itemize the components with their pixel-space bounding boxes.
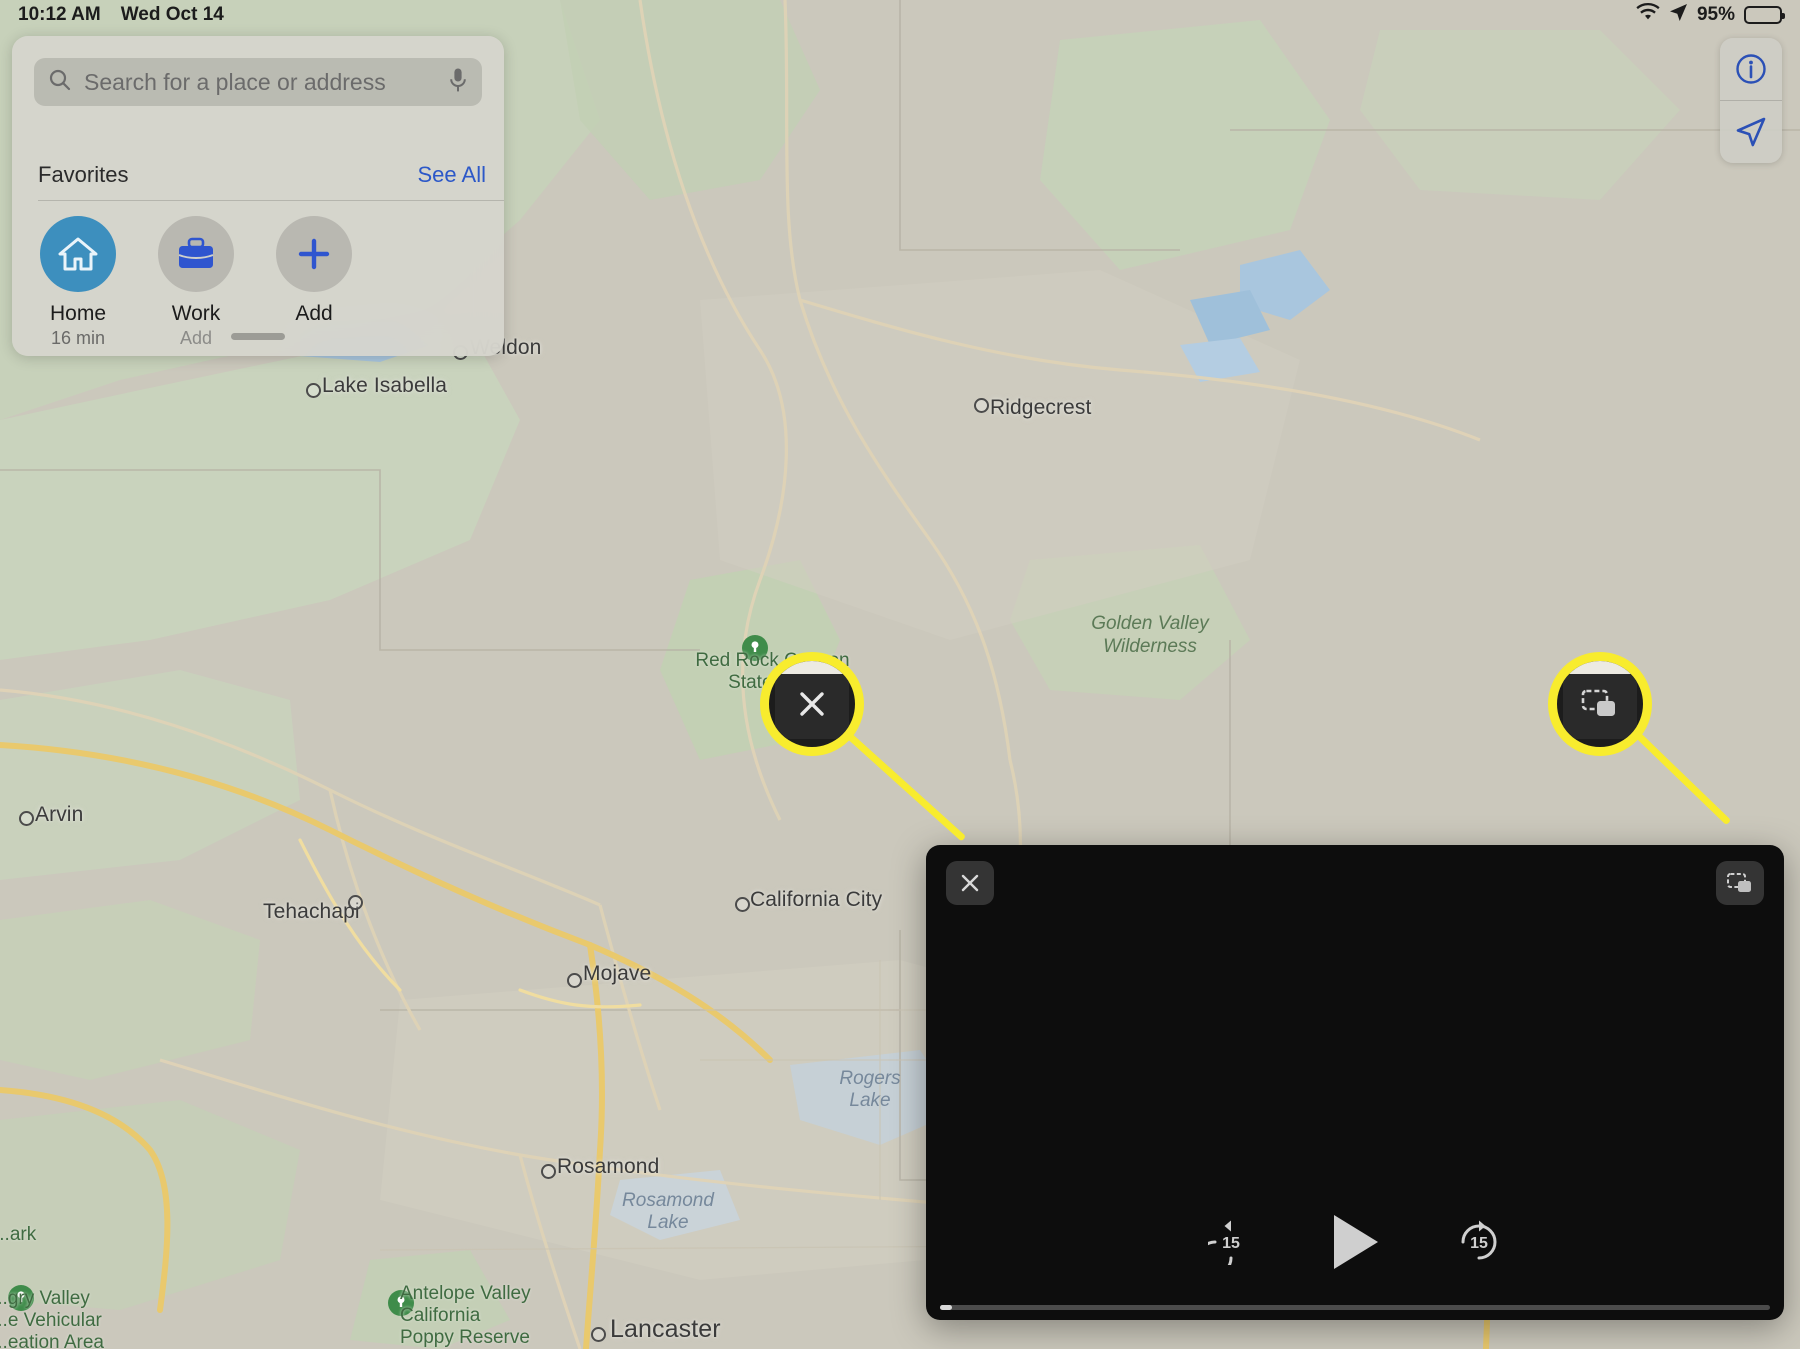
locate-button[interactable] [1720,101,1782,163]
favorites-header: Favorites See All [38,162,486,188]
map-dot-rosamond [541,1164,556,1179]
map-dot-mojave [567,973,582,988]
map-label-rosamond: Rosamond [557,1155,660,1178]
status-bar-right: 95% [1636,2,1785,28]
video-rewind-15-button[interactable]: 15 [1197,1219,1254,1276]
battery-percent-label: 95% [1696,4,1735,25]
map-label-golden-valley-wilderness: Golden Valley Wilderness [1091,613,1209,657]
favorite-add-label: Add [295,302,333,325]
map-label-california-city: California City [750,888,883,911]
favorite-home-label: Home [49,302,107,325]
favorite-work-sub: Add [179,328,213,348]
video-scrubber-progress [940,1305,953,1310]
map-label-park-partial: ...ark [0,1224,37,1245]
video-close-button[interactable] [946,861,994,905]
map-dot-california-city [735,897,750,912]
callout-top-strip [769,661,855,674]
map-dot-tehachapi [348,895,363,910]
map-label-antelope-valley-poppy: Antelope Valley California Poppy Reserve [400,1283,531,1348]
video-transport-controls: 15 15 [926,1212,1784,1276]
map-label-lake-isabella: Lake Isabella [322,374,448,397]
map-controls-stack [1720,38,1782,163]
pip-button-callout[interactable] [1548,652,1652,756]
map-dot-lake-isabella [306,383,321,398]
search-panel: Search for a place or address Favorites … [12,36,504,356]
battery-icon [1744,6,1785,24]
favorite-work[interactable]: Work Add [156,216,236,349]
picture-in-picture-icon [1727,873,1751,892]
forward-seconds-label: 15 [1470,1234,1488,1252]
favorites-row: Home 16 min Work Add Add [38,216,354,349]
house-icon [40,216,116,292]
callout-top-strip [1557,661,1643,674]
play-icon [1334,1215,1378,1269]
rewind-seconds-label: 15 [1222,1234,1240,1252]
status-bar-left: 10:12 AM Wed Oct 14 [18,4,224,26]
see-all-button[interactable]: See All [418,162,487,188]
map-dot-arvin [19,811,34,826]
picture-in-picture-icon [1581,689,1615,716]
map-label-rogers-lake: Rogers Lake [839,1068,901,1111]
callout-inner-close [775,669,849,739]
microphone-icon[interactable] [448,67,468,98]
video-pip-button[interactable] [1716,861,1764,905]
close-x-icon [800,692,824,716]
status-time: 10:12 AM [18,4,101,25]
map-label-tehachapi: Tehachapi [263,900,360,923]
favorite-add[interactable]: Add [274,216,354,349]
favorites-title: Favorites [38,162,129,187]
video-play-button[interactable] [1328,1212,1382,1272]
status-bar: 10:12 AM Wed Oct 14 95% [0,0,1800,30]
map-label-mojave: Mojave [583,962,652,985]
video-player[interactable]: 15 15 [926,845,1784,1320]
close-x-icon [961,874,979,892]
status-date: Wed Oct 14 [120,4,224,25]
location-arrow-icon [1669,3,1688,28]
panel-drag-handle[interactable] [231,333,285,340]
briefcase-icon [158,216,234,292]
info-button[interactable] [1720,38,1782,100]
map-label-lancaster: Lancaster [610,1315,721,1343]
search-placeholder: Search for a place or address [84,68,386,95]
callout-inner-pip [1563,669,1637,739]
map-label-rosamond-lake: Rosamond Lake [622,1190,714,1233]
wifi-icon [1636,2,1660,28]
video-scrubber[interactable] [940,1305,1770,1310]
rewind-15-icon: 15 [1197,1219,1254,1276]
plus-icon [276,216,352,292]
info-circle-icon [1736,54,1766,84]
search-input[interactable]: Search for a place or address [34,58,482,106]
search-icon [48,68,72,97]
map-label-hungry-valley: ...gry Valley ...e Vehicular ...eation A… [0,1288,104,1349]
forward-15-icon: 15 [1456,1219,1502,1265]
favorite-home-sub: 16 min [50,328,106,348]
ipad-maps-screen: Weldon Lake Isabella Ridgecrest Arvin Te… [0,0,1800,1349]
favorite-work-label: Work [171,302,221,325]
map-label-arvin: Arvin [35,803,84,826]
video-forward-15-button[interactable]: 15 [1456,1219,1502,1265]
navigation-arrow-icon [1736,117,1766,147]
favorites-divider [38,200,504,201]
map-label-ridgecrest: Ridgecrest [990,396,1092,419]
favorite-home[interactable]: Home 16 min [38,216,118,349]
map-dot-ridgecrest [974,398,989,413]
close-button-callout[interactable] [760,652,864,756]
